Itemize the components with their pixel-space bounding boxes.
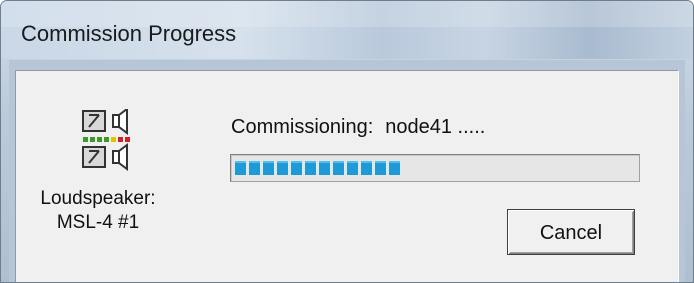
progress-segment: [235, 161, 246, 175]
progress-segment: [277, 161, 288, 175]
progress-segment: [361, 161, 372, 175]
device-label: Loudspeaker: MSL-4 #1: [33, 187, 163, 235]
progress-segment: [389, 161, 400, 175]
progress-bar: [230, 154, 640, 182]
progress-segment: [291, 161, 302, 175]
title-bar[interactable]: Commission Progress: [1, 1, 693, 59]
status-prefix: Commissioning:: [231, 116, 374, 138]
progress-segment: [319, 161, 330, 175]
progress-segment: [249, 161, 260, 175]
device-name-label: MSL-4 #1: [56, 212, 140, 233]
window-title: Commission Progress: [21, 21, 237, 46]
progress-segment: [263, 161, 274, 175]
progress-fill: [235, 161, 403, 175]
loudspeaker-icon: [82, 109, 130, 171]
progress-segment: [305, 161, 316, 175]
status-node: node41 .....: [385, 116, 486, 138]
progress-segment: [347, 161, 358, 175]
progress-segment: [333, 161, 344, 175]
device-type-label: Loudspeaker:: [40, 188, 156, 209]
commission-progress-dialog: Commission Progress Loudspeaker: MSL-4 #…: [0, 0, 694, 283]
progress-segment: [375, 161, 386, 175]
commissioning-status: Commissioning: node41 .....: [231, 116, 485, 139]
cancel-button[interactable]: Cancel: [507, 209, 635, 255]
cancel-button-label: Cancel: [539, 221, 603, 244]
